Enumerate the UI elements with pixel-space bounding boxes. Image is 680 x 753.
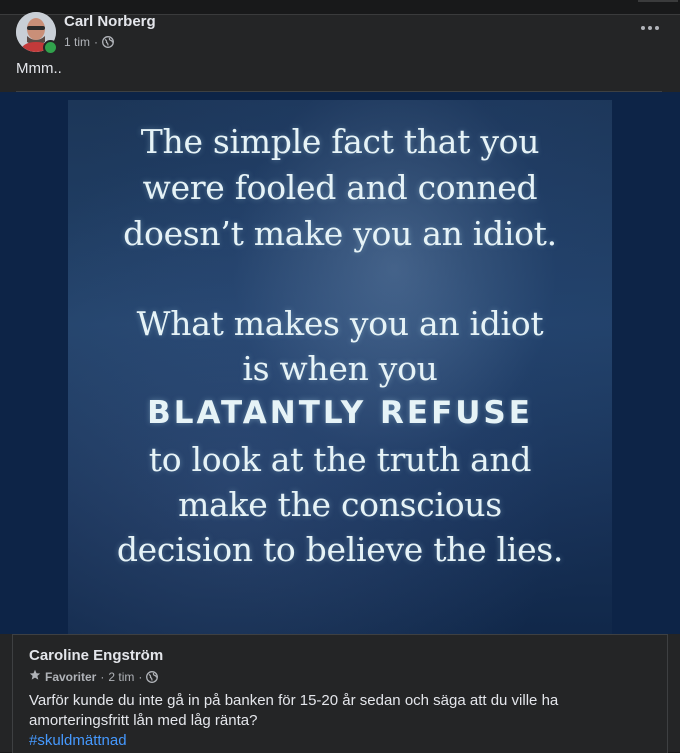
quote-line-5: is when you [242,349,438,388]
quote-line-1: The simple fact that you [140,122,540,161]
shared-comment-card: Caroline Engström Favoriter · 2 tim · Va… [12,634,668,753]
comment-body: Varför kunde du inte gå in på banken för… [29,692,559,729]
quote-line-9: decision to believe the lies. [116,530,564,569]
quote-line-6: BLATANTLY REFUSE [147,395,533,431]
favorites-badge[interactable]: Favoriter [45,670,96,684]
meta-separator: · [138,669,143,684]
comment-author-name[interactable]: Caroline Engström [29,647,163,664]
quote-line-4: What makes you an idiot [136,304,544,343]
globe-icon [102,36,114,48]
quote-line-8: make the conscious [178,485,502,524]
post-card: Carl Norberg 1 tim · Mmm.. The simple fa… [0,0,680,753]
meta-separator: · [94,35,99,49]
quote-line-2: were fooled and conned [142,168,538,207]
quote-line-3: doesn’t make you an idiot. [123,214,557,253]
more-options-icon[interactable] [636,18,664,38]
comment-time[interactable]: 2 tim [108,670,134,684]
post-author-name[interactable]: Carl Norberg [64,13,156,30]
globe-icon [146,670,159,683]
post-header: Carl Norberg 1 tim · [16,12,664,56]
post-image[interactable]: The simple fact that you were fooled and… [0,92,680,634]
comment-meta: Favoriter · 2 tim · [29,669,159,684]
meta-separator: · [100,669,105,684]
star-icon [29,669,41,684]
quote-line-7: to look at the truth and [148,440,532,479]
online-status-dot [43,40,58,55]
post-meta: 1 tim · [64,35,114,49]
post-text: Mmm.. [16,60,62,77]
hashtag-link[interactable]: #skuldmättnad [29,731,649,751]
comment-text: Varför kunde du inte gå in på banken för… [29,691,649,751]
post-time[interactable]: 1 tim [64,35,90,49]
